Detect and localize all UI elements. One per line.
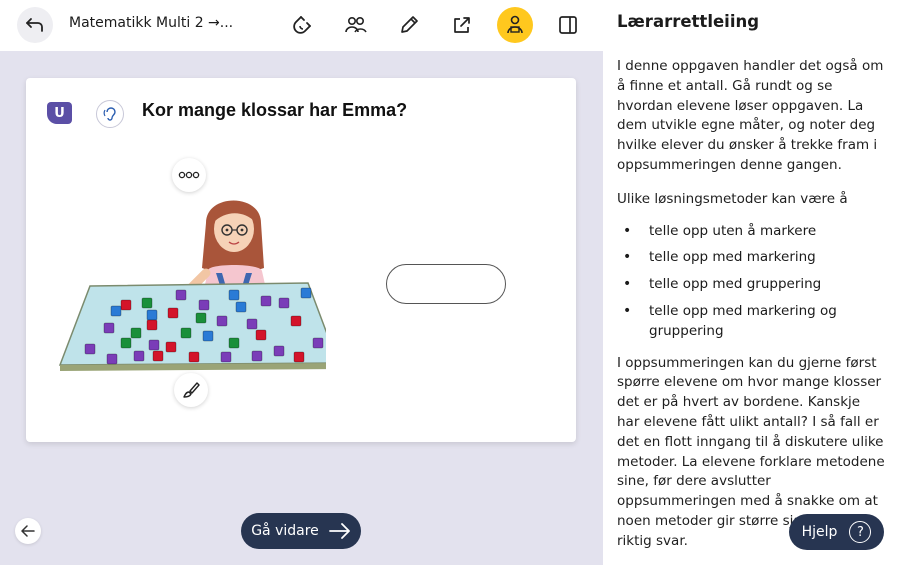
block-cube: [198, 299, 210, 311]
block-cube: [120, 337, 132, 349]
block-cube: [220, 351, 232, 363]
pencil-icon: [401, 16, 418, 33]
list-item: telle opp uten å markere: [617, 222, 886, 242]
methods-list: telle opp uten å markere telle opp med m…: [617, 222, 886, 342]
block-cube: [228, 337, 240, 349]
block-cube: [188, 351, 200, 363]
block-cube: [84, 343, 96, 355]
back-arrow-icon: [26, 18, 43, 32]
task-badge: U: [47, 102, 72, 124]
block-cube: [312, 337, 324, 349]
block-cube: [300, 287, 312, 299]
block-cube: [235, 301, 247, 313]
help-label: Hjelp: [801, 524, 838, 540]
sidebar-toggle-icon: [559, 16, 577, 34]
block-cube: [110, 305, 122, 317]
answer-input[interactable]: [386, 264, 506, 304]
block-cube: [202, 330, 214, 342]
block-cube: [130, 327, 142, 339]
list-item: telle opp med gruppering: [617, 275, 886, 295]
block-cube: [146, 309, 158, 321]
block-cube: [273, 345, 285, 357]
block-cube: [148, 339, 160, 351]
next-button-label: Gå vidare: [251, 523, 319, 539]
arrow-right-icon: [328, 523, 350, 539]
block-cube: [133, 350, 145, 362]
arrow-left-icon: [21, 525, 35, 537]
block-cube: [216, 315, 228, 327]
block-cube: [165, 341, 177, 353]
more-options-button[interactable]: [172, 158, 206, 192]
methods-heading: Ulike løsningsmetoder kan være å: [617, 190, 848, 207]
help-button[interactable]: Hjelp ?: [789, 514, 884, 550]
emma-table-illustration: [58, 200, 326, 371]
block-cube: [246, 318, 258, 330]
students-button[interactable]: [338, 7, 374, 43]
read-aloud-button[interactable]: [96, 100, 124, 128]
block-cube: [228, 289, 240, 301]
guide-intro: I denne oppgaven handler det også om å f…: [617, 58, 884, 173]
block-cube: [278, 297, 290, 309]
next-button[interactable]: Gå vidare: [241, 513, 361, 549]
block-cube: [167, 307, 179, 319]
teacher-icon: [507, 15, 523, 34]
magnet-button[interactable]: [286, 7, 322, 43]
more-dots-icon: [178, 171, 200, 179]
previous-button[interactable]: [15, 518, 41, 544]
block-cube: [255, 329, 267, 341]
sidebar-toggle-button[interactable]: [550, 7, 586, 43]
block-cube: [175, 289, 187, 301]
question-mark-icon: ?: [849, 521, 872, 543]
block-cube: [152, 350, 164, 362]
panel-title: Lærarrettleiing: [617, 12, 760, 31]
teacher-guide-button[interactable]: [497, 7, 533, 43]
task-card: U Kor mange klossar har Emma?: [26, 78, 576, 442]
block-cube: [293, 351, 305, 363]
pencil-button[interactable]: [391, 7, 427, 43]
share-button[interactable]: [444, 7, 480, 43]
question-text: Kor mange klossar har Emma?: [142, 100, 408, 120]
breadcrumb-title[interactable]: Matematikk Multi 2 →...: [69, 15, 233, 31]
block-cube: [260, 295, 272, 307]
list-item: telle opp med markering og gruppering: [617, 302, 886, 342]
top-bar: Matematikk Multi 2 →...: [0, 0, 603, 51]
block-cube: [141, 297, 153, 309]
paintbrush-icon: [183, 382, 200, 398]
teacher-guide-panel: Lærarrettleiing I denne oppgaven handler…: [603, 0, 900, 565]
block-cube: [195, 312, 207, 324]
block-cube: [106, 353, 118, 365]
block-cube: [180, 327, 192, 339]
back-button[interactable]: [17, 7, 53, 43]
block-cube: [103, 322, 115, 334]
list-item: telle opp med markering: [617, 248, 886, 268]
share-icon: [454, 17, 470, 33]
users-icon: [345, 16, 367, 33]
block-cube: [120, 299, 132, 311]
ear-icon: [103, 107, 116, 121]
draw-button[interactable]: [174, 373, 208, 407]
block-cube: [146, 319, 158, 331]
block-cube: [251, 350, 263, 362]
block-cube: [290, 315, 302, 327]
magnet-icon: [293, 16, 311, 34]
